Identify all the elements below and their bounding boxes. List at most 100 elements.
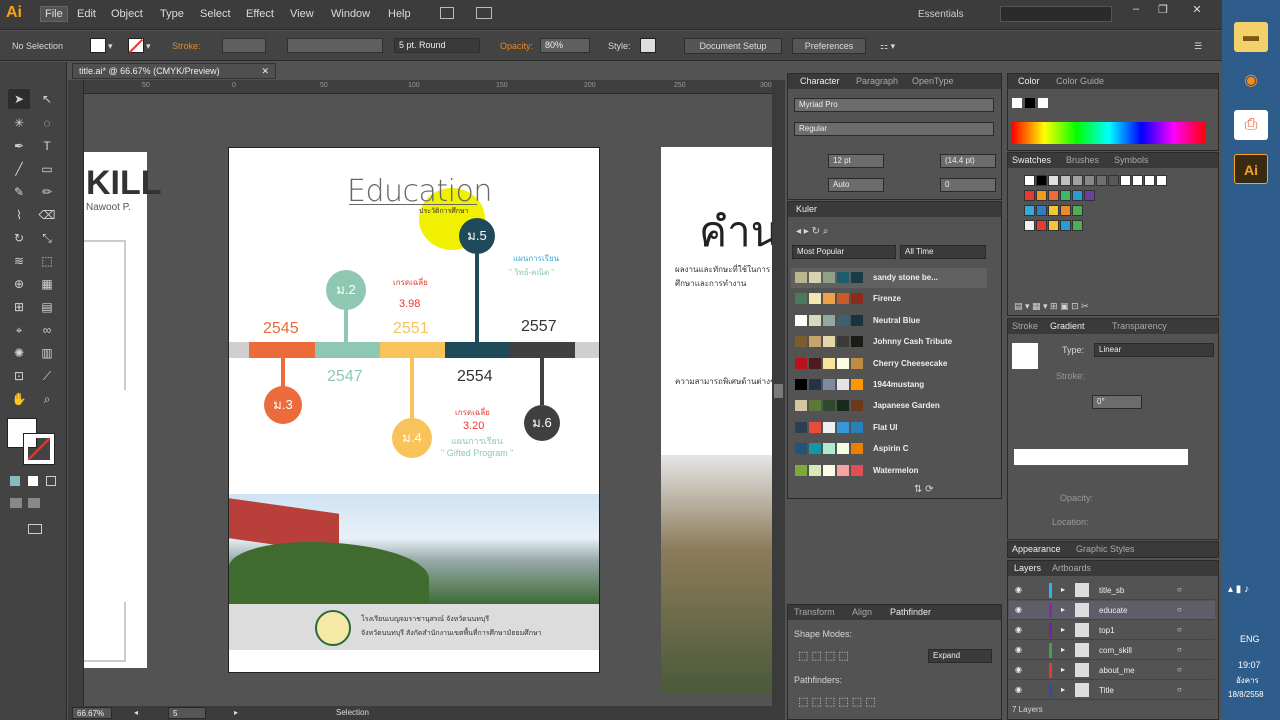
arrange-icon[interactable]: ⚏ ▾ [880,41,895,52]
gradient-angle-field[interactable]: 0° [1092,395,1142,409]
opacity-label[interactable]: Opacity: [500,41,533,51]
color-swatch[interactable] [1036,190,1047,201]
font-family-field[interactable]: Myriad Pro [794,98,994,112]
pencil-tool-icon[interactable]: ✏ [36,182,58,202]
slice-tool-icon[interactable]: ⟋ [36,366,58,386]
color-swatch[interactable] [1144,175,1155,186]
color-swatch[interactable] [1024,190,1035,201]
rotate-tool-icon[interactable]: ↻ [8,228,30,248]
kuler-theme-row[interactable]: Johnny Cash Tribute [791,332,987,352]
variable-width-field[interactable] [287,38,383,53]
kuler-theme-row[interactable]: Watermelon [791,461,987,481]
screen-mode-icon[interactable] [28,524,42,534]
color-mode-icon[interactable] [10,476,20,486]
document-setup-button[interactable]: Document Setup [684,38,782,54]
kuler-theme-row[interactable]: 1944mustang [791,375,987,395]
clock-time[interactable]: 19:07 [1238,660,1261,670]
tab-color-guide[interactable]: Color Guide [1056,76,1104,86]
kuler-theme-row[interactable]: sandy stone be... [791,268,987,288]
none-mode-icon[interactable] [46,476,56,486]
fill-swatch[interactable] [90,38,106,53]
target-icon[interactable]: ○ [1177,665,1182,674]
artboard-about[interactable]: คำน ผลงานและทักษะที่ใช้ในการศึกษาและการท… [661,147,779,693]
expand-triangle-icon[interactable]: ▸ [1061,585,1065,594]
tab-appearance[interactable]: Appearance [1012,544,1061,554]
expand-triangle-icon[interactable]: ▸ [1061,605,1065,614]
drawing-mode-icon[interactable] [10,498,22,508]
help-search-input[interactable] [1000,6,1112,22]
shape-mode-icons[interactable]: ⬚ ⬚ ⬚ ⬚ [798,649,849,662]
chevron-down-icon[interactable]: ▾ [108,41,113,52]
tab-stroke[interactable]: Stroke [1012,321,1038,331]
document-tab[interactable]: title.ai* @ 66.67% (CMYK/Preview) ✕ [72,63,276,79]
panel-menu-icon[interactable]: ☰ [1194,41,1202,52]
tab-kuler[interactable]: Kuler [796,204,817,214]
font-style-field[interactable]: Regular [794,122,994,136]
eye-icon[interactable]: ◉ [1015,685,1022,694]
font-size-field[interactable]: 12 pt [828,154,884,168]
scale-tool-icon[interactable]: ⤡ [36,228,58,248]
artboard-education[interactable]: Education ประวัติการศึกษา ม.2 ม.5 ม.3 ม.… [228,147,600,673]
scroll-thumb[interactable] [774,384,783,398]
blob-brush-tool-icon[interactable]: ⌇ [8,205,30,225]
gradient-slider[interactable] [1014,449,1188,465]
color-swatch[interactable] [1048,175,1059,186]
kuler-theme-row[interactable]: Cherry Cheesecake [791,354,987,374]
shape-builder-tool-icon[interactable]: ⊕ [8,274,30,294]
target-icon[interactable]: ○ [1177,685,1182,694]
tab-transform[interactable]: Transform [794,607,835,617]
tab-color[interactable]: Color [1018,76,1040,86]
color-swatch[interactable] [1048,205,1059,216]
firefox-icon[interactable]: ◉ [1234,66,1268,96]
eye-icon[interactable]: ◉ [1015,605,1022,614]
swatch-footer-icons[interactable]: ▤ ▾ ▦ ▾ ⊞ ▣ ⊡ ✂ [1014,301,1089,312]
gradient-mode-icon[interactable] [28,476,38,486]
lasso-tool-icon[interactable]: ◌ [36,113,58,133]
stroke-label[interactable]: Stroke: [172,41,201,51]
color-swatch[interactable] [1120,175,1131,186]
kuler-footer-icons[interactable]: ⇅ ⟳ [914,484,934,495]
close-icon[interactable]: ✕ [1186,3,1208,17]
color-swatch[interactable] [1060,175,1071,186]
white-swatch[interactable] [1038,98,1048,108]
layer-row[interactable]: ◉ ▸ title_sb ○ [1009,581,1215,600]
tab-brushes[interactable]: Brushes [1066,155,1099,165]
expand-triangle-icon[interactable]: ▸ [1061,645,1065,654]
bridge-icon[interactable] [440,7,454,19]
layer-row[interactable]: ◉ ▸ about_me ○ [1009,661,1215,680]
tab-artboards[interactable]: Artboards [1052,563,1091,573]
tab-character[interactable]: Character [800,76,840,86]
target-icon[interactable]: ○ [1177,585,1182,594]
prev-artboard-icon[interactable]: ◂ [134,708,138,717]
expand-triangle-icon[interactable]: ▸ [1061,685,1065,694]
menu-help[interactable]: Help [388,8,411,20]
next-artboard-icon[interactable]: ▸ [234,708,238,717]
minimize-icon[interactable]: – [1125,3,1147,17]
kuler-theme-row[interactable]: Firenze [791,289,987,309]
color-swatch[interactable] [1156,175,1167,186]
artboard-tool-icon[interactable]: ⊡ [8,366,30,386]
tab-transparency[interactable]: Transparency [1112,321,1167,331]
blend-tool-icon[interactable]: ∞ [36,320,58,340]
arrange-documents-icon[interactable] [476,7,492,19]
language-indicator[interactable]: ENG [1240,634,1260,644]
kuler-theme-row[interactable]: Japanese Garden [791,396,987,416]
kuler-filter-dropdown[interactable]: Most Popular [792,245,896,259]
color-swatch[interactable] [1048,220,1059,231]
restore-icon[interactable]: ❐ [1152,3,1174,17]
color-swatch[interactable] [1072,205,1083,216]
layer-row[interactable]: ◉ ▸ com_skill ○ [1009,641,1215,660]
color-swatch[interactable] [1060,205,1071,216]
tab-graphic-styles[interactable]: Graphic Styles [1076,544,1135,554]
color-swatch[interactable] [1060,220,1071,231]
zoom-field[interactable]: 66.67% [72,707,112,719]
gradient-type-dropdown[interactable]: Linear [1094,343,1214,357]
color-swatch[interactable] [1072,190,1083,201]
color-swatch[interactable] [1036,175,1047,186]
color-swatch[interactable] [1072,175,1083,186]
color-swatch[interactable] [1024,220,1035,231]
tab-pathfinder[interactable]: Pathfinder [890,607,931,617]
direct-selection-tool-icon[interactable]: ↖ [36,89,58,109]
menu-object[interactable]: Object [111,8,143,20]
color-swatch[interactable] [1132,175,1143,186]
